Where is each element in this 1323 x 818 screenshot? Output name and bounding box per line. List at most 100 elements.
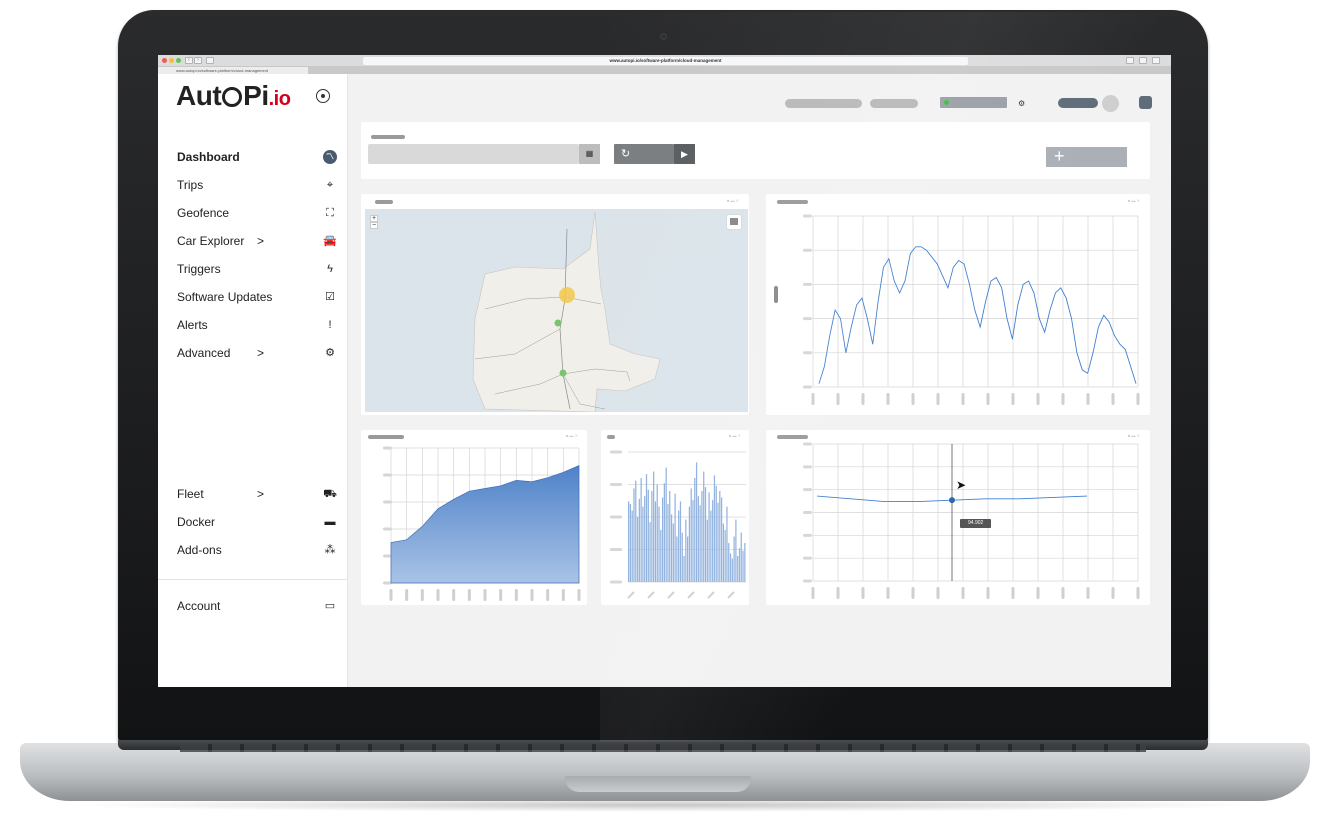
locate-icon[interactable] [316, 89, 330, 103]
bar [670, 514, 673, 582]
calendar-icon[interactable]: ▦ [579, 144, 600, 164]
chevron-right-icon: > [257, 487, 265, 501]
sidebar-item-label: Add-ons [177, 543, 222, 557]
device-status-pill[interactable] [940, 97, 1007, 108]
settings-icon[interactable] [1152, 57, 1160, 64]
y-tick-label [803, 248, 812, 252]
address-bar[interactable]: www.autopi.io/software-platform/cloud-ma… [363, 57, 968, 65]
bar [740, 532, 742, 582]
gear-icon[interactable]: ⚙ [1018, 99, 1025, 108]
avatar[interactable] [1102, 95, 1119, 112]
topbar-placeholder [870, 99, 918, 108]
minimize-window-button[interactable] [169, 58, 174, 63]
bar [713, 475, 716, 582]
date-range-input[interactable] [368, 144, 579, 164]
x-tick-label [667, 591, 675, 599]
bar [690, 488, 692, 582]
browser-tab[interactable]: www.autopi.io/software-platform/cloud-ma… [158, 67, 308, 74]
bar [733, 536, 735, 582]
x-tick-label [861, 393, 865, 405]
x-tick-label [530, 589, 534, 601]
bar [738, 548, 741, 582]
bar [678, 510, 680, 582]
share-icon[interactable] [1126, 57, 1134, 64]
area-chart[interactable] [361, 430, 587, 605]
bar [649, 522, 651, 582]
bar-chart[interactable] [601, 430, 749, 605]
zoom-in-button[interactable]: + [370, 215, 378, 222]
y-tick-label [383, 446, 392, 450]
laptop-keyboard [180, 744, 1146, 752]
car-icon: 🚘 [323, 235, 337, 247]
tabs-icon[interactable] [1139, 57, 1147, 64]
y-tick-label [803, 351, 812, 355]
sidebar-item-add-ons[interactable]: Add-ons ⁂ [177, 540, 337, 560]
sidebar-item-software-updates[interactable]: Software Updates ☑ [177, 287, 337, 307]
sidebar-item-label: Software Updates [177, 290, 273, 304]
trip-point-marker[interactable] [554, 319, 562, 327]
sidebar-item-geofence[interactable]: Geofence ⛶ [177, 203, 337, 223]
sidebar-item-alerts[interactable]: Alerts! [177, 315, 337, 335]
add-widget-button[interactable]: + [1046, 147, 1127, 167]
bar [660, 530, 662, 582]
sidebar-item-triggers[interactable]: Triggers ϟ [177, 259, 337, 279]
bar [633, 488, 635, 582]
x-tick-label [1086, 393, 1090, 405]
bar [704, 487, 707, 582]
y-tick-label [803, 579, 812, 583]
sidebar: Aut Pi.io Dashboard 〽 Trips ⌖ Geofence ⛶ Car Ex… [158, 74, 348, 687]
bar [663, 483, 666, 582]
trip-point-marker[interactable] [559, 369, 567, 377]
bar [628, 501, 630, 582]
bar [719, 491, 721, 582]
bar [708, 492, 710, 582]
user-menu-pill[interactable] [1058, 98, 1098, 108]
y-tick-label [803, 385, 812, 389]
bar [661, 497, 664, 582]
bar [694, 478, 696, 582]
maximize-window-button[interactable] [176, 58, 181, 63]
autopi-logo[interactable]: Aut Pi.io [176, 80, 291, 112]
chevron-right-icon: > [257, 234, 265, 248]
sidebar-item-trips[interactable]: Trips ⌖ [177, 175, 337, 195]
browser-toolbar: ‹ › www.autopi.io/software-platform/clou… [158, 55, 1171, 67]
play-button[interactable]: ▶ [674, 144, 695, 164]
bolt-icon: ϟ [327, 263, 333, 275]
back-button[interactable]: ‹ [185, 57, 193, 64]
trend-chart[interactable] [766, 430, 1150, 605]
bar [685, 519, 687, 582]
x-tick-label [452, 589, 456, 601]
x-tick-label [499, 589, 503, 601]
laptop-scene: ‹ › www.autopi.io/software-platform/clou… [0, 0, 1323, 818]
zoom-out-button[interactable]: − [370, 222, 378, 229]
x-tick-label [436, 589, 440, 601]
close-window-button[interactable] [162, 58, 167, 63]
sidebar-item-car-explorer[interactable]: Car Explorer > 🚘 [177, 231, 337, 251]
bar [728, 543, 730, 582]
sidebar-item-account[interactable]: Account ▭ [177, 596, 337, 616]
bar [703, 471, 705, 582]
map-view[interactable]: + − [365, 209, 748, 413]
widget-controls-icon[interactable]: ■ ▬ ✕ [727, 198, 739, 203]
vehicle-location-marker[interactable] [559, 287, 575, 303]
forward-button[interactable]: › [194, 57, 202, 64]
x-tick-label [986, 587, 990, 599]
line-chart[interactable] [766, 194, 1150, 415]
map-layers-button[interactable] [727, 215, 741, 229]
online-status-dot [944, 100, 949, 105]
sidebar-item-label: Advanced [177, 346, 231, 360]
y-tick-label [803, 511, 812, 514]
refresh-button[interactable]: ↻ [614, 144, 674, 164]
bar [701, 491, 703, 582]
x-tick-label [1086, 587, 1090, 599]
sidebar-item-advanced[interactable]: Advanced > ⚙ [177, 343, 337, 363]
sidebar-item-fleet[interactable]: Fleet > ⛟ [177, 484, 337, 504]
sidebar-toggle-icon[interactable] [206, 57, 214, 64]
sidebar-item-label: Trips [177, 178, 204, 192]
bar [720, 497, 723, 582]
sidebar-item-dashboard[interactable]: Dashboard 〽 [177, 147, 337, 167]
map-canvas [472, 211, 661, 413]
notifications-icon[interactable] [1139, 96, 1152, 109]
x-tick-label [986, 393, 990, 405]
sidebar-item-docker[interactable]: Docker ▬ [177, 512, 337, 532]
